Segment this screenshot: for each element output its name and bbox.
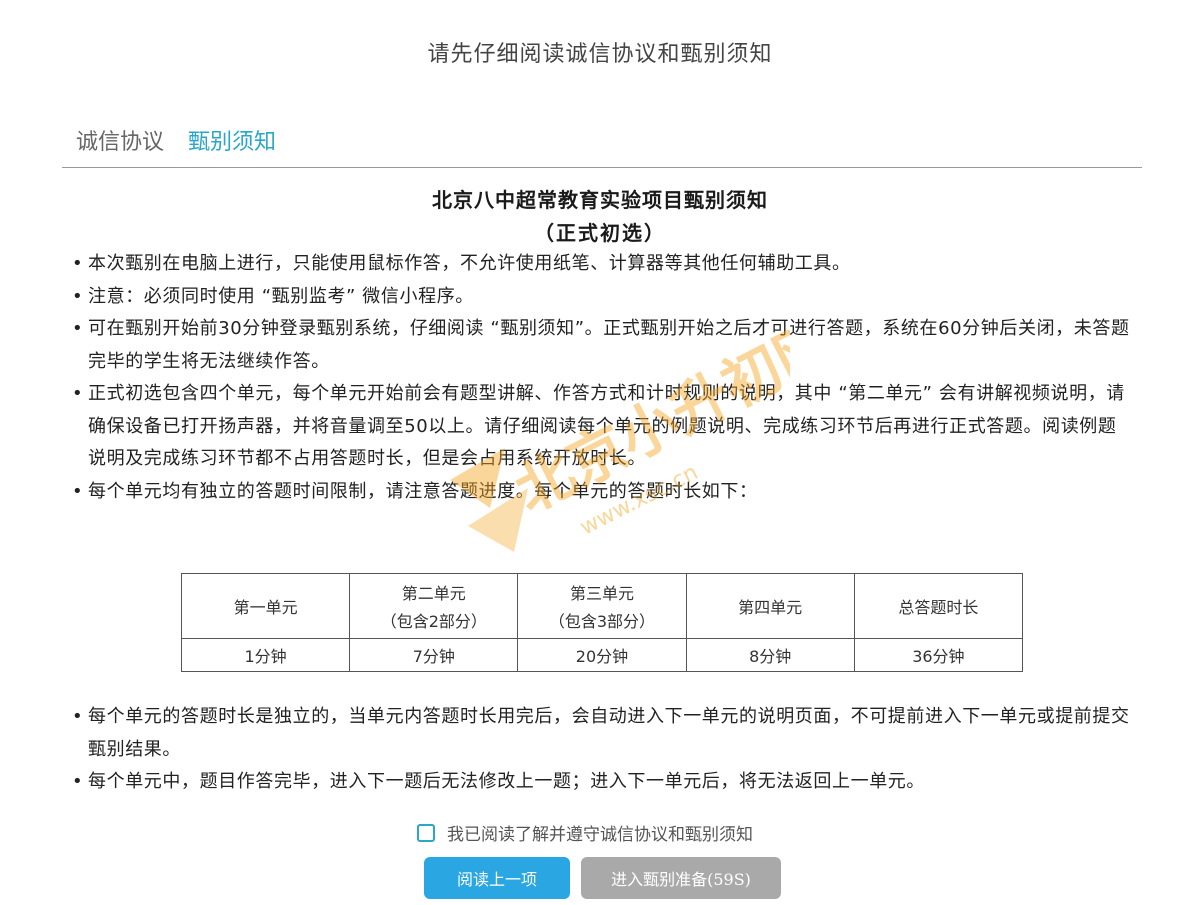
bullet-icon: • <box>72 383 83 404</box>
rule-item: • 每个单元中，题目作答完毕，进入下一题后无法修改上一题；进入下一单元后，将无法… <box>70 766 1130 799</box>
rule-item: • 每个单元的答题时长是独立的，当单元内答题时长用完后，会自动进入下一单元的说明… <box>70 701 1130 766</box>
timing-header-unit: 第一单元 <box>233 598 298 617</box>
rule-text: 每个单元中，题目作答完毕，进入下一题后无法修改上一题；进入下一单元后，将无法返回… <box>88 771 925 792</box>
bullet-icon: • <box>72 285 83 307</box>
timing-header-note: （包含3部分） <box>548 612 656 631</box>
timing-header-unit: 总答题时长 <box>898 598 979 617</box>
enter-screening-button[interactable]: 进入甄别准备(59S) <box>581 857 781 899</box>
rule-text: 每个单元均有独立的答题时间限制，请注意答题进度。每个单元的答题时长如下： <box>88 480 758 502</box>
read-previous-button[interactable]: 阅读上一项 <box>424 857 570 899</box>
timing-header-cell: 第四单元 <box>685 573 855 639</box>
rule-text: 正式初选包含四个单元，每个单元开始前会有题型讲解、作答方式和计时规则的说明，其中… <box>88 383 1125 469</box>
timing-header-unit: 第三单元 <box>569 584 634 603</box>
timing-value-cell: 1分钟 <box>180 638 351 672</box>
notice-subtitle: （正式初选） <box>534 221 666 245</box>
timing-header-cell: 第二单元 （包含2部分） <box>349 573 519 639</box>
rule-item: • 本次甄别在电脑上进行，只能使用鼠标作答，不允许使用纸笔、计算器等其他任何辅助… <box>70 248 1130 281</box>
timing-header-unit: 第四单元 <box>738 598 803 617</box>
rule-item: • 每个单元均有独立的答题时间限制，请注意答题进度。每个单元的答题时长如下： <box>70 476 1130 509</box>
rule-text: 可在甄别开始前30分钟登录甄别系统，仔细阅读 “甄别须知”。正式甄别开始之后才可… <box>88 318 1130 372</box>
timing-header-cell: 总答题时长 <box>853 573 1024 639</box>
timing-header-cell: 第三单元 （包含3部分） <box>517 573 687 639</box>
agreement-row[interactable]: 我已阅读了解并遵守诚信协议和甄别须知 <box>417 820 753 845</box>
bullet-icon: • <box>72 253 83 274</box>
timing-header-note: （包含2部分） <box>380 612 487 631</box>
tab-divider <box>62 167 1142 168</box>
rules-list-bottom: • 每个单元的答题时长是独立的，当单元内答题时长用完后，会自动进入下一单元的说明… <box>70 701 1130 799</box>
page-title: 请先仔细阅读诚信协议和甄别须知 <box>427 42 773 67</box>
tab-bar: 诚信协议 甄别须知 <box>76 124 276 156</box>
rule-text: 每个单元的答题时长是独立的，当单元内答题时长用完后，会自动进入下一单元的说明页面… <box>88 706 1130 760</box>
rule-item: • 正式初选包含四个单元，每个单元开始前会有题型讲解、作答方式和计时规则的说明，… <box>70 378 1130 476</box>
timing-table-header-row: 第一单元 第二单元 （包含2部分） 第三单元 （包含3部分） 第四单元 总答题时… <box>180 573 1024 639</box>
notice-title: 北京八中超常教育实验项目甄别须知 <box>432 188 768 212</box>
timing-value-cell: 20分钟 <box>517 638 687 672</box>
timing-table: 第一单元 第二单元 （包含2部分） 第三单元 （包含3部分） 第四单元 总答题时… <box>180 573 1024 672</box>
timing-header-cell: 第一单元 <box>180 573 351 639</box>
timing-header-unit: 第二单元 <box>401 584 466 603</box>
bullet-icon: • <box>72 706 83 727</box>
rules-list-top: • 本次甄别在电脑上进行，只能使用鼠标作答，不允许使用纸笔、计算器等其他任何辅助… <box>70 248 1130 508</box>
timing-value-cell: 8分钟 <box>685 638 855 672</box>
timing-table-values-row: 1分钟 7分钟 20分钟 8分钟 36分钟 <box>180 638 1024 672</box>
timing-value-cell: 7分钟 <box>349 638 519 672</box>
rule-text: 本次甄别在电脑上进行，只能使用鼠标作答，不允许使用纸笔、计算器等其他任何辅助工具… <box>88 253 851 274</box>
rule-item: • 注意：必须同时使用 “甄别监考” 微信小程序。 <box>70 281 1130 314</box>
tab-integrity-agreement[interactable]: 诚信协议 <box>76 124 164 156</box>
rule-text: 注意：必须同时使用 “甄别监考” 微信小程序。 <box>88 285 474 307</box>
timing-value-cell: 36分钟 <box>853 638 1024 672</box>
bullet-icon: • <box>72 771 83 792</box>
agreement-checkbox[interactable] <box>417 823 435 842</box>
agreement-label[interactable]: 我已阅读了解并遵守诚信协议和甄别须知 <box>447 820 753 845</box>
tab-screening-notice[interactable]: 甄别须知 <box>188 124 276 156</box>
bullet-icon: • <box>72 480 83 502</box>
rule-item: • 可在甄别开始前30分钟登录甄别系统，仔细阅读 “甄别须知”。正式甄别开始之后… <box>70 313 1130 378</box>
bullet-icon: • <box>72 318 83 339</box>
